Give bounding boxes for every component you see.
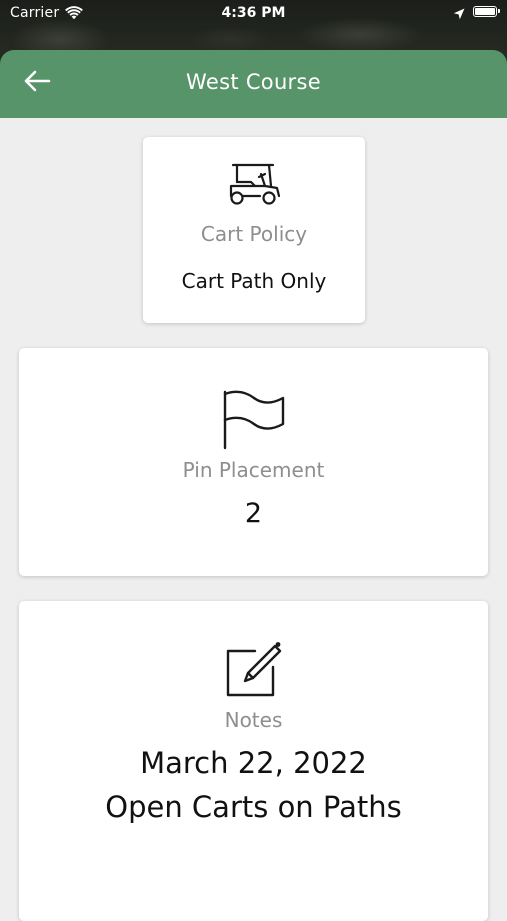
notes-date: March 22, 2022 — [140, 746, 367, 780]
golf-cart-icon — [143, 162, 365, 206]
battery-icon — [473, 5, 500, 17]
page-title: West Course — [186, 70, 321, 94]
cart-policy-card[interactable]: Cart Policy Cart Path Only — [143, 137, 365, 323]
status-right-icons — [453, 5, 500, 20]
nav-header: West Course — [0, 50, 507, 118]
pin-placement-card[interactable]: Pin Placement 2 — [19, 348, 488, 576]
notes-label: Notes — [224, 708, 283, 732]
location-arrow-icon — [453, 5, 465, 20]
notes-text: Open Carts on Paths — [105, 790, 402, 824]
flag-icon — [19, 390, 488, 450]
cart-policy-label: Cart Policy — [200, 222, 308, 246]
pin-placement-label: Pin Placement — [182, 458, 325, 482]
status-time: 4:36 PM — [221, 5, 286, 21]
cart-policy-value: Cart Path Only — [181, 269, 327, 293]
notes-card[interactable]: Notes March 22, 2022 Open Carts on Paths — [19, 601, 488, 921]
pin-placement-value: 2 — [244, 498, 263, 529]
edit-note-icon — [19, 641, 488, 697]
